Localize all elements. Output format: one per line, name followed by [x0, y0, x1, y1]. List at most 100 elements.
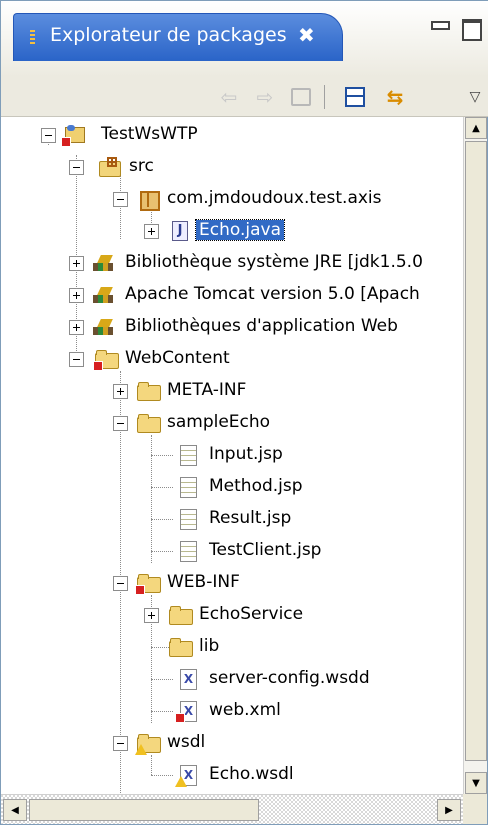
tree-item-label: Result.jsp [209, 508, 292, 528]
tree-item-label: Bibliothèques d'application Web [125, 316, 398, 336]
tree-item-tomcat-library[interactable]: Apache Tomcat version 5.0 [Apach [1, 279, 463, 311]
tree-item-sampleecho[interactable]: sampleEcho [1, 407, 463, 439]
library-icon [93, 317, 115, 337]
scroll-up-arrow-icon[interactable]: ▲ [465, 117, 487, 139]
expand-toggle[interactable] [69, 256, 84, 271]
scroll-right-arrow-icon[interactable]: ▶ [437, 799, 461, 821]
scroll-left-arrow-icon[interactable]: ◀ [3, 799, 27, 821]
tree-item-package[interactable]: com.jmdoudoux.test.axis [1, 183, 463, 215]
jsp-file-icon [177, 541, 199, 562]
package-tree[interactable]: TestWsWTP src com.jmdoudoux.test.axis Ec… [1, 117, 463, 794]
expand-toggle[interactable] [144, 608, 159, 623]
expand-toggle[interactable] [69, 320, 84, 335]
source-folder-icon [99, 157, 121, 177]
view-menu-icon[interactable]: ▽ [461, 83, 488, 111]
jsp-file-icon [177, 477, 199, 498]
error-badge-icon [93, 361, 103, 371]
folder-icon [169, 605, 193, 625]
vertical-scroll-thumb[interactable] [465, 141, 487, 761]
tree-item-label: web.xml [209, 700, 281, 720]
tree-item-label: Echo.java [195, 219, 285, 241]
tree-item-label: wsdl [167, 732, 206, 752]
tree-item-label: Method.jsp [209, 476, 303, 496]
tree-item-label: lib [199, 636, 220, 656]
tree-item-label: TestClient.jsp [209, 540, 322, 560]
warning-badge-icon [175, 776, 187, 787]
maximize-icon[interactable] [459, 15, 483, 41]
error-badge-icon [61, 137, 71, 147]
horizontal-scroll-thumb[interactable] [29, 799, 259, 821]
tree-item-label: sampleEcho [167, 412, 271, 432]
view-title: Explorateur de packages [50, 24, 287, 46]
collapse-toggle[interactable] [69, 352, 84, 367]
tree-item-label: WebContent [125, 348, 230, 368]
expand-toggle[interactable] [69, 288, 84, 303]
folder-icon [137, 413, 161, 433]
tree-item-label: Input.jsp [209, 444, 283, 464]
tree-item-testclient-jsp[interactable]: TestClient.jsp [1, 535, 463, 567]
jsp-file-icon [177, 445, 199, 466]
tree-item-echo-java[interactable]: Echo.java [1, 215, 463, 247]
tree-item-label: EchoService [199, 604, 304, 624]
tree-item-web-xml[interactable]: web.xml [1, 695, 463, 727]
jsp-file-icon [177, 509, 199, 530]
tree-item-label: WEB-INF [167, 572, 240, 592]
tree-item-label: Apache Tomcat version 5.0 [Apach [125, 284, 420, 304]
collapse-toggle[interactable] [69, 160, 84, 175]
collapse-all-icon[interactable] [341, 83, 369, 111]
tree-item-label: META-INF [167, 380, 247, 400]
forward-arrow-icon[interactable]: ⇨ [251, 83, 279, 111]
tree-item-lib[interactable]: lib [1, 631, 463, 663]
tree-item-web-inf[interactable]: WEB-INF [1, 567, 463, 599]
tree-item-jre-library[interactable]: Bibliothèque système JRE [jdk1.5.0 [1, 247, 463, 279]
link-with-editor-icon[interactable]: ⇆ [381, 83, 409, 111]
folder-icon [93, 349, 119, 371]
tree-item-label: TestWsWTP [101, 124, 198, 144]
toolbar-separator [324, 85, 325, 109]
tree-item-meta-inf[interactable]: META-INF [1, 375, 463, 407]
tree-item-echo-wsdl[interactable]: Echo.wsdl [1, 759, 463, 791]
collapse-toggle[interactable] [113, 192, 128, 207]
back-arrow-icon[interactable]: ⇦ [215, 83, 243, 111]
vertical-scrollbar[interactable]: ▲ ▼ [463, 117, 487, 794]
expand-toggle[interactable] [113, 384, 128, 399]
tree-item-src[interactable]: src [1, 151, 463, 183]
tree-item-label: server-config.wsdd [209, 668, 370, 688]
minimize-icon[interactable] [427, 15, 451, 37]
collapse-toggle[interactable] [41, 128, 56, 143]
collapse-toggle[interactable] [113, 416, 128, 431]
close-icon[interactable]: ✖ [298, 23, 315, 47]
xml-file-icon [175, 765, 199, 787]
tree-item-wsdl[interactable]: wsdl [1, 727, 463, 759]
tree-item-web-library[interactable]: Bibliothèques d'application Web [1, 311, 463, 343]
tab-package-explorer[interactable]: Explorateur de packages ✖ [13, 13, 343, 61]
tree-item-label: src [129, 156, 154, 176]
library-icon [93, 285, 115, 305]
collapse-toggle[interactable] [113, 576, 128, 591]
expand-toggle[interactable] [144, 224, 159, 239]
up-folder-icon[interactable] [287, 83, 315, 111]
view-title-bar: Explorateur de packages ✖ [1, 1, 488, 77]
xml-file-icon [175, 701, 199, 723]
package-icon [137, 189, 160, 211]
package-explorer-icon [30, 30, 35, 46]
tree-item-echoservice[interactable]: EchoService [1, 599, 463, 631]
tree-item-server-config[interactable]: server-config.wsdd [1, 663, 463, 695]
scroll-down-arrow-icon[interactable]: ▼ [465, 772, 487, 794]
tree-item-webcontent[interactable]: WebContent [1, 343, 463, 375]
folder-icon [137, 381, 161, 401]
folder-icon [135, 733, 161, 755]
tree-item-label: Bibliothèque système JRE [jdk1.5.0 [125, 252, 423, 272]
project-icon [61, 125, 85, 147]
tree-item-input-jsp[interactable]: Input.jsp [1, 439, 463, 471]
folder-icon [135, 573, 161, 595]
library-icon [93, 253, 115, 273]
horizontal-scrollbar[interactable]: ◀ ▶ [1, 794, 463, 824]
java-file-icon [169, 221, 191, 241]
error-badge-icon [135, 585, 145, 595]
tree-item-method-jsp[interactable]: Method.jsp [1, 471, 463, 503]
tree-item-project[interactable]: TestWsWTP [1, 119, 463, 151]
package-explorer-view: Explorateur de packages ✖ ⇦ ⇨ ⇆ ▽ TestWs… [0, 0, 488, 825]
collapse-toggle[interactable] [113, 736, 128, 751]
tree-item-result-jsp[interactable]: Result.jsp [1, 503, 463, 535]
